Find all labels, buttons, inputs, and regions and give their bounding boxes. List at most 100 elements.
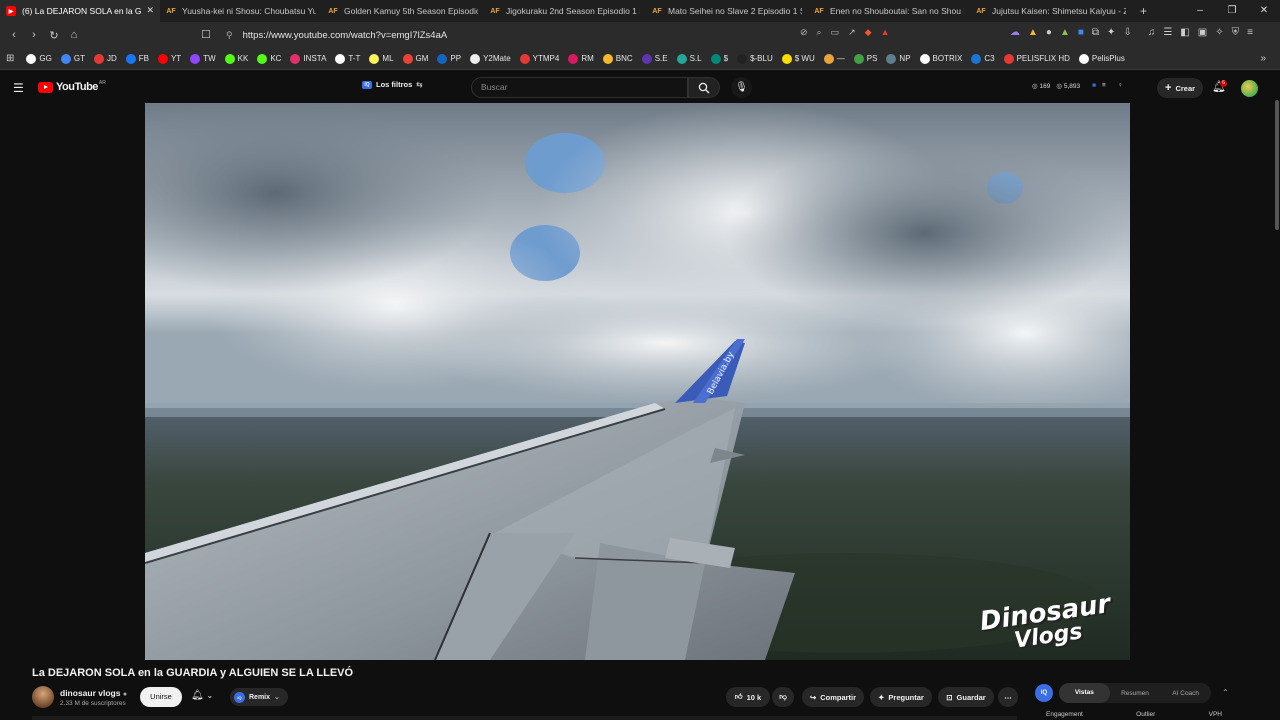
bookmark-item[interactable]: KK xyxy=(224,53,248,64)
mute-icon[interactable]: ⊘ xyxy=(800,27,808,38)
wallet-icon[interactable]: ▣ xyxy=(1198,27,1207,38)
tab-resumen[interactable]: Resumen xyxy=(1110,690,1161,697)
extension-icon-2[interactable]: ▲ xyxy=(1028,27,1038,38)
rewards-icon[interactable]: ▲ xyxy=(881,27,890,38)
bookmark-item[interactable]: YT xyxy=(157,53,181,64)
bookmark-item[interactable]: ML xyxy=(369,53,394,64)
zoom-icon[interactable]: ⌕ xyxy=(817,27,822,38)
bookmark-item[interactable]: FB xyxy=(125,53,149,64)
join-button[interactable]: Unirse xyxy=(140,687,182,707)
browser-tab[interactable]: AF Golden Kamuy 5th Season Episodio xyxy=(322,0,484,22)
youtube-logo[interactable]: YouTube AR xyxy=(38,80,106,93)
forward-icon[interactable]: › xyxy=(24,29,44,41)
more-actions-button[interactable]: ⋯ xyxy=(998,687,1018,707)
browser-tab[interactable]: AF Jujutsu Kaisen: Shimetsu Kaiyuu - Ze xyxy=(970,0,1132,22)
extensions-puzzle-icon[interactable]: ✦ xyxy=(1107,27,1115,38)
bookmark-item[interactable]: PELISFLIX HD xyxy=(1003,53,1070,64)
bookmark-item[interactable]: S.E xyxy=(641,53,668,64)
remix-button[interactable]: IQ Remix ⌄ xyxy=(230,688,288,706)
restore-button[interactable]: ❐ xyxy=(1216,0,1248,22)
bookmark-item[interactable]: GM xyxy=(402,53,428,64)
bookmark-item[interactable]: INSTA xyxy=(290,53,326,64)
browser-tab[interactable]: ▶ (6) La DEJARON SOLA en la G ✕ xyxy=(0,0,160,22)
extension-icon-6[interactable]: ⧉ xyxy=(1092,27,1099,38)
more-bookmarks-icon[interactable]: » xyxy=(1260,53,1266,64)
bookmark-item[interactable]: $ xyxy=(710,53,728,64)
menu-icon[interactable]: ≡ xyxy=(1247,27,1253,38)
leo-icon[interactable]: ✧ xyxy=(1215,27,1223,38)
new-tab-button[interactable]: + xyxy=(1132,4,1155,18)
site-settings-icon[interactable]: ⚲ xyxy=(226,30,233,41)
reading-list-icon[interactable]: ☰ xyxy=(1163,27,1172,38)
apps-grid-icon[interactable]: ⊞ xyxy=(6,53,14,64)
collapse-panel-icon[interactable]: ⌃ xyxy=(1222,688,1229,697)
iq-badge-icon[interactable]: ■ xyxy=(1092,82,1096,90)
search-input[interactable]: Buscar xyxy=(471,77,688,98)
minimize-button[interactable]: – xyxy=(1184,0,1216,22)
share-icon[interactable]: ↗ xyxy=(848,27,856,38)
bookmark-item[interactable]: PelisPlus xyxy=(1078,53,1125,64)
filters-button[interactable]: IQ Los filtros ⇆ xyxy=(362,80,423,89)
channel-avatar[interactable] xyxy=(32,686,54,708)
bookmark-item[interactable]: C3 xyxy=(971,53,995,64)
extension-icon-5[interactable]: ■ xyxy=(1078,27,1084,38)
back-icon[interactable]: ‹ xyxy=(4,29,24,41)
channel-name[interactable]: dinosaur vlogs ● xyxy=(60,688,127,698)
save-button[interactable]: ⊡ Guardar xyxy=(938,687,994,707)
bookmark-item[interactable]: YTMP4 xyxy=(519,53,559,64)
reload-icon[interactable]: ↻ xyxy=(44,29,64,42)
bookmark-item[interactable]: Y2Mate xyxy=(470,53,511,64)
bookmark-item[interactable]: — xyxy=(823,53,845,64)
user-avatar[interactable] xyxy=(1241,80,1258,97)
bookmark-item[interactable]: GG xyxy=(26,53,52,64)
close-tab-icon[interactable]: ✕ xyxy=(146,5,154,16)
bookmark-item[interactable]: KC xyxy=(257,53,281,64)
description-box[interactable] xyxy=(32,716,1017,720)
ask-button[interactable]: ✦ Preguntar xyxy=(870,687,932,707)
bookmark-item[interactable]: NP xyxy=(886,53,911,64)
browser-tab[interactable]: AF Mato Seihei no Slave 2 Episodio 1 S xyxy=(646,0,808,22)
close-window-button[interactable]: ✕ xyxy=(1248,0,1280,22)
bookmark-item[interactable]: GT xyxy=(60,53,85,64)
browser-tab[interactable]: AF Jigokuraku 2nd Season Episodio 1 S xyxy=(484,0,646,22)
video-player[interactable]: Belavia.by Dinosaur Vlogs xyxy=(145,103,1130,660)
bulb-icon[interactable]: ♀ xyxy=(1118,82,1123,90)
extension-icon-4[interactable]: ▲ xyxy=(1060,27,1070,38)
create-button[interactable]: + Crear xyxy=(1157,78,1204,98)
bookmark-item[interactable]: JD xyxy=(93,53,117,64)
bookmark-icon[interactable]: ☐ xyxy=(196,28,216,41)
share-button[interactable]: ↪ Compartir xyxy=(802,687,864,707)
browser-tab[interactable]: AF Enen no Shouboutai: San no Shou E xyxy=(808,0,970,22)
subscription-bell-button[interactable]: 🔔︎ ⌄ xyxy=(191,690,213,701)
bookmark-item[interactable]: PP xyxy=(437,53,461,64)
brave-shield-icon[interactable]: ◆ xyxy=(865,27,872,38)
tab-vistas[interactable]: Vistas xyxy=(1059,683,1110,703)
tab-ai-coach[interactable]: AI Coach xyxy=(1160,690,1211,697)
vpn-icon[interactable]: ⛨ xyxy=(1232,27,1240,38)
dislike-button[interactable]: 👎︎ xyxy=(772,687,794,707)
bookmark-item[interactable]: BOTRIX xyxy=(919,53,962,64)
like-button[interactable]: 👍︎ 10 k xyxy=(726,687,770,707)
bookmark-item[interactable]: TW xyxy=(190,53,216,64)
bookmark-item[interactable]: T-T xyxy=(335,53,360,64)
bookmark-item[interactable]: $ WU xyxy=(781,53,815,64)
scrollbar-thumb[interactable] xyxy=(1275,100,1279,230)
home-icon[interactable]: ⌂ xyxy=(64,29,84,41)
iq-panel-logo[interactable]: IQ xyxy=(1035,684,1053,702)
list-icon[interactable]: ≡ xyxy=(1102,82,1106,90)
extension-icon-3[interactable]: ● xyxy=(1046,27,1052,38)
sidebar-icon[interactable]: ◧ xyxy=(1180,27,1189,38)
bookmark-item[interactable]: S.L xyxy=(676,53,702,64)
browser-tab[interactable]: AF Yuusha-kei ni Shosu: Choubatsu Yuu xyxy=(160,0,322,22)
downloads-icon[interactable]: ⇩ xyxy=(1123,27,1131,38)
hamburger-menu-icon[interactable]: ☰ xyxy=(13,81,24,95)
voice-search-button[interactable]: 🎙︎ xyxy=(731,77,752,98)
bookmark-item[interactable]: RM xyxy=(568,53,594,64)
search-button[interactable] xyxy=(688,77,720,98)
bookmark-item[interactable]: BNC xyxy=(602,53,633,64)
media-icon[interactable]: ♫ xyxy=(1148,27,1156,38)
bookmark-item[interactable]: $-BLU xyxy=(737,53,773,64)
bookmark-item[interactable]: PS xyxy=(853,53,877,64)
cast-icon[interactable]: ▭ xyxy=(831,27,840,38)
extension-icon-1[interactable]: ☁ xyxy=(1010,27,1020,38)
